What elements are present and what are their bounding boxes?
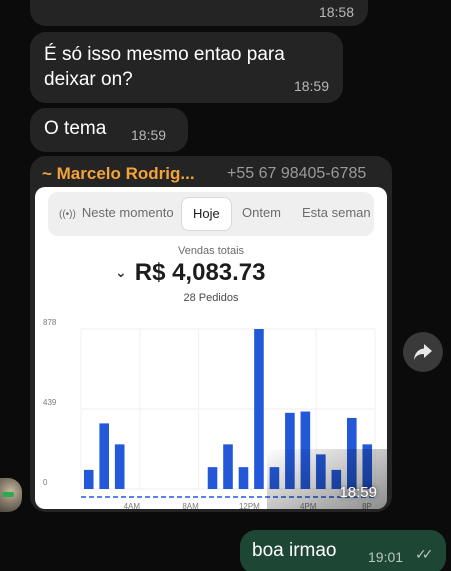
message-time: 18:59 bbox=[339, 484, 377, 501]
message-bubble[interactable]: É só isso mesmo entao para deixar on? 18… bbox=[30, 32, 343, 103]
x-tick-label: 12PM bbox=[239, 502, 260, 509]
tab-label: Neste momento bbox=[81, 205, 174, 220]
sender-name[interactable]: ~ Marcelo Rodrig... bbox=[42, 164, 195, 184]
y-tick-label: 439 bbox=[43, 398, 57, 407]
chart-bar bbox=[223, 444, 233, 489]
message-time: 18:59 bbox=[293, 78, 329, 94]
double-check-icon: ✓✓ bbox=[415, 546, 434, 562]
chart-bar bbox=[83, 469, 94, 489]
forward-button[interactable] bbox=[403, 332, 443, 372]
tab-live: ((•)) Neste momento bbox=[59, 205, 174, 220]
live-signal-icon: ((•)) bbox=[59, 209, 76, 220]
message-time: 19:01 bbox=[368, 549, 404, 565]
forward-icon bbox=[414, 344, 432, 360]
x-tick-label: 8AM bbox=[182, 502, 199, 509]
message-text: boa irmao bbox=[252, 540, 337, 561]
sales-label: Vendas totais bbox=[177, 245, 245, 257]
message-time: 18:59 bbox=[131, 127, 167, 143]
chart-bar bbox=[207, 467, 218, 489]
message-text: É só isso mesmo entao para deixar on? bbox=[44, 44, 285, 90]
message-bubble-previous[interactable]: 18:58 bbox=[30, 0, 368, 26]
message-time: 18:58 bbox=[318, 4, 354, 20]
message-text: O tema bbox=[44, 118, 107, 139]
image-message-bubble[interactable]: ~ Marcelo Rodrig... +55 67 98405-6785 ((… bbox=[30, 156, 392, 512]
avatar[interactable] bbox=[0, 478, 22, 512]
chevron-down-icon: ⌄ bbox=[115, 264, 127, 280]
tab-today: Hoje bbox=[181, 197, 232, 231]
sales-total: ⌄ R$ 4,083.73 bbox=[115, 259, 266, 287]
x-tick-label: 4AM bbox=[124, 502, 141, 509]
chart-bar bbox=[238, 467, 249, 489]
orders-count: 28 Pedidos bbox=[183, 292, 239, 304]
y-tick-label: 0 bbox=[43, 478, 48, 487]
period-tabs: ((•)) Neste momento Hoje Ontem Esta seman bbox=[48, 192, 374, 236]
chart-bar bbox=[99, 423, 110, 489]
y-tick-label: 878 bbox=[43, 318, 57, 327]
outgoing-message-bubble[interactable]: boa irmao 19:01 ✓✓ bbox=[240, 530, 446, 571]
message-bubble[interactable]: O tema 18:59 bbox=[30, 108, 188, 152]
tab-yesterday: Ontem bbox=[242, 205, 282, 220]
tab-week: Esta seman bbox=[302, 205, 371, 220]
chart-bar bbox=[114, 444, 125, 489]
sender-phone[interactable]: +55 67 98405-6785 bbox=[227, 165, 366, 183]
sales-total-value: R$ 4,083.73 bbox=[134, 259, 266, 286]
shared-screenshot-image[interactable]: ((•)) Neste momento Hoje Ontem Esta seman… bbox=[35, 187, 387, 509]
chart-bar bbox=[254, 329, 264, 489]
